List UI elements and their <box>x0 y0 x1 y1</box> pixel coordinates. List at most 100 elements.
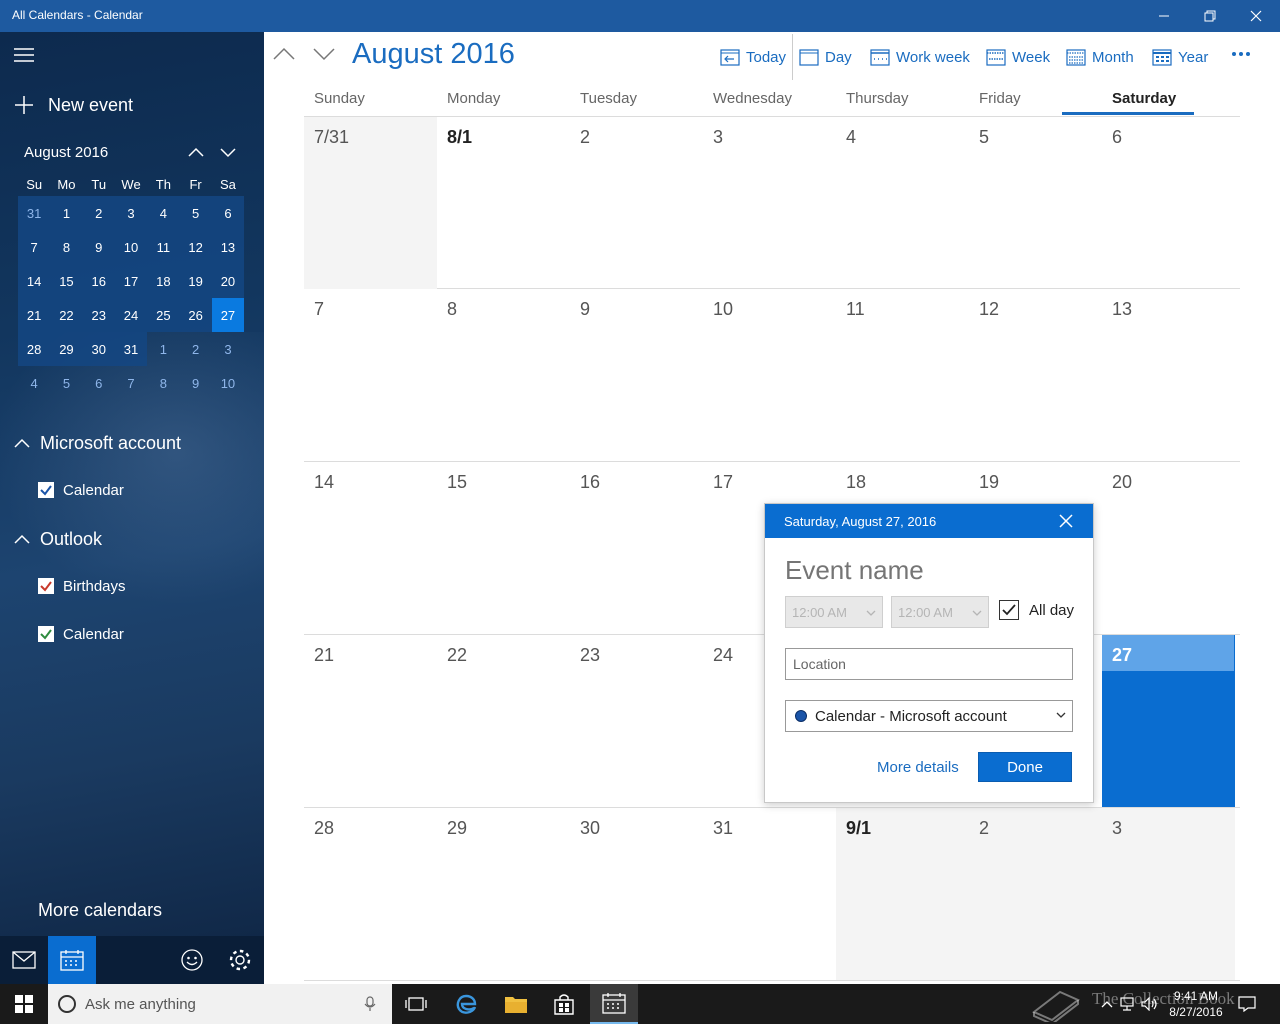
mini-day[interactable]: 3 <box>212 332 244 366</box>
popup-close-button[interactable] <box>1057 512 1075 530</box>
mini-day[interactable]: 30 <box>82 332 115 366</box>
mini-day[interactable]: 5 <box>179 196 212 230</box>
mini-day[interactable]: 31 <box>18 196 51 230</box>
day-cell[interactable]: 11 <box>836 289 969 461</box>
day-cell-selected[interactable]: 27 <box>1102 635 1235 807</box>
day-cell[interactable]: 29 <box>437 808 570 980</box>
next-month-button[interactable] <box>312 44 336 64</box>
work-week-view-button[interactable]: Work week <box>870 46 970 68</box>
location-input[interactable] <box>785 648 1073 680</box>
mini-day[interactable]: 12 <box>179 230 212 264</box>
day-cell[interactable]: 12 <box>969 289 1102 461</box>
mini-day[interactable]: 10 <box>114 230 148 264</box>
day-cell[interactable]: 15 <box>437 462 570 634</box>
mail-button[interactable] <box>0 936 48 984</box>
mini-day[interactable]: 8 <box>147 366 179 400</box>
checkbox[interactable] <box>38 578 54 594</box>
mini-day[interactable]: 13 <box>211 230 245 264</box>
day-cell[interactable]: 7 <box>304 289 437 461</box>
mini-day[interactable]: 11 <box>147 230 180 264</box>
cortana-search-box[interactable]: Ask me anything <box>48 984 392 1024</box>
end-time-select[interactable]: 12:00 AM <box>891 596 989 628</box>
previous-month-button[interactable] <box>272 44 296 64</box>
checkbox[interactable] <box>38 626 54 642</box>
day-cell[interactable]: 3 <box>703 117 836 289</box>
day-cell[interactable]: 16 <box>570 462 703 634</box>
day-cell[interactable]: 8 <box>437 289 570 461</box>
store-button[interactable] <box>542 984 586 1024</box>
mini-day[interactable]: 9 <box>82 230 115 264</box>
calendar-app-button[interactable] <box>48 936 96 984</box>
group-outlook[interactable]: Outlook <box>14 527 102 551</box>
day-view-button[interactable]: Day <box>799 46 852 68</box>
mini-day[interactable]: 31 <box>114 332 148 366</box>
hamburger-menu-button[interactable] <box>14 46 36 64</box>
day-cell[interactable]: 4 <box>836 117 969 289</box>
mini-day[interactable]: 21 <box>18 298 51 332</box>
mini-day[interactable]: 23 <box>82 298 115 332</box>
day-cell[interactable]: 31 <box>703 808 836 980</box>
event-name-input[interactable] <box>785 552 1073 588</box>
day-cell[interactable]: 3 <box>1102 808 1235 980</box>
mini-day[interactable]: 25 <box>147 298 180 332</box>
mini-day[interactable]: 26 <box>179 298 212 332</box>
mini-day[interactable]: 17 <box>114 264 148 298</box>
mini-day[interactable]: 6 <box>211 196 245 230</box>
day-cell[interactable]: 2 <box>969 808 1102 980</box>
settings-button[interactable] <box>216 936 264 984</box>
mini-day[interactable]: 16 <box>82 264 115 298</box>
start-time-select[interactable]: 12:00 AM <box>785 596 883 628</box>
today-button[interactable]: Today <box>720 46 786 68</box>
mini-day[interactable]: 5 <box>50 366 82 400</box>
mini-day[interactable]: 4 <box>147 196 180 230</box>
done-button[interactable]: Done <box>978 752 1072 782</box>
day-cell[interactable]: 21 <box>304 635 437 807</box>
mini-day[interactable]: 19 <box>179 264 212 298</box>
day-cell[interactable]: 13 <box>1102 289 1235 461</box>
mini-day[interactable]: 29 <box>50 332 83 366</box>
edge-browser-button[interactable] <box>444 984 488 1024</box>
calendar-item-microsoft-calendar[interactable]: Calendar <box>38 480 124 500</box>
network-button[interactable] <box>1118 984 1136 1024</box>
start-button[interactable] <box>0 984 48 1024</box>
mini-calendar-prev-button[interactable] <box>186 142 206 162</box>
close-window-button[interactable] <box>1233 0 1279 32</box>
day-cell[interactable]: 23 <box>570 635 703 807</box>
mini-day[interactable]: 15 <box>50 264 83 298</box>
restore-button[interactable] <box>1187 0 1233 32</box>
more-calendars-link[interactable]: More calendars <box>38 900 162 921</box>
mini-calendar-title[interactable]: August 2016 <box>24 144 108 161</box>
calendar-taskbar-button[interactable] <box>590 984 638 1024</box>
mini-day[interactable]: 22 <box>50 298 83 332</box>
mini-day[interactable]: 6 <box>83 366 115 400</box>
minimize-button[interactable] <box>1141 0 1187 32</box>
mini-day-today[interactable]: 27 <box>211 298 245 332</box>
action-center-button[interactable] <box>1234 984 1260 1024</box>
mini-day[interactable]: 20 <box>211 264 245 298</box>
mini-calendar-next-button[interactable] <box>218 142 238 162</box>
month-view-button[interactable]: Month <box>1066 46 1134 68</box>
more-details-link[interactable]: More details <box>877 759 959 776</box>
mini-day[interactable]: 7 <box>18 230 51 264</box>
mini-day[interactable]: 4 <box>18 366 50 400</box>
day-cell[interactable]: 22 <box>437 635 570 807</box>
day-cell[interactable]: 2 <box>570 117 703 289</box>
year-view-button[interactable]: Year <box>1152 46 1208 68</box>
week-view-button[interactable]: Week <box>986 46 1050 68</box>
mini-day[interactable]: 1 <box>50 196 83 230</box>
show-hidden-icons-button[interactable] <box>1098 984 1116 1024</box>
day-cell[interactable]: 7/31 <box>304 117 437 289</box>
mini-day[interactable]: 8 <box>50 230 83 264</box>
day-cell[interactable]: 28 <box>304 808 437 980</box>
group-microsoft-account[interactable]: Microsoft account <box>14 431 181 455</box>
file-explorer-button[interactable] <box>494 984 538 1024</box>
mini-day[interactable]: 7 <box>115 366 147 400</box>
mini-day[interactable]: 10 <box>212 366 244 400</box>
taskbar-clock[interactable]: 9:41 AM 8/27/2016 <box>1160 988 1232 1020</box>
day-cell[interactable]: 10 <box>703 289 836 461</box>
mini-day[interactable]: 1 <box>147 332 179 366</box>
more-options-button[interactable] <box>1228 44 1254 64</box>
task-view-button[interactable] <box>394 984 438 1024</box>
day-cell[interactable]: 5 <box>969 117 1102 289</box>
mini-day[interactable]: 28 <box>18 332 51 366</box>
